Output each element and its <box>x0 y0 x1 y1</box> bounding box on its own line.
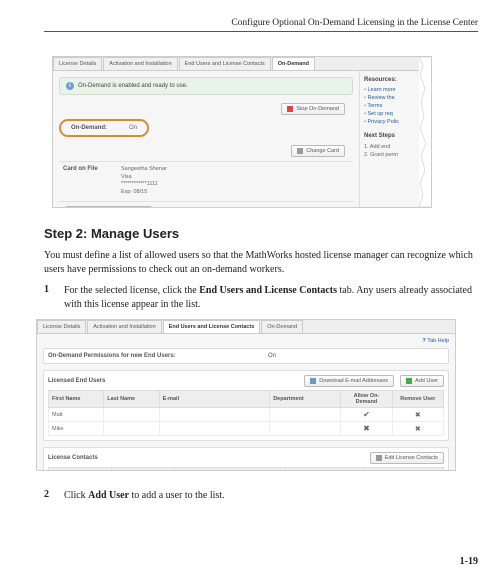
card-exp: Exp: 08/15 <box>121 189 167 197</box>
tab2-on-demand[interactable]: On-Demand <box>261 320 303 333</box>
card-label: Card on File <box>63 166 113 197</box>
add-user-label: Add User <box>415 378 438 384</box>
contacts-title: License Contacts <box>48 455 98 461</box>
torn-edge-decoration <box>419 57 432 207</box>
list-item-1: 1 For the selected license, click the En… <box>44 284 478 311</box>
info-icon: i <box>66 82 74 90</box>
col-remove: Remove User <box>392 391 443 408</box>
info-text: On-Demand is enabled and ready to use. <box>78 83 188 89</box>
tabs-row: License Details Activation and Installat… <box>53 57 431 71</box>
permissions-panel: On-Demand Permissions for new End Users:… <box>43 348 449 364</box>
on-demand-label: On-Demand: <box>71 125 107 131</box>
item2-post: to add a user to the list. <box>129 490 225 501</box>
col2-first: First Name <box>49 468 112 472</box>
page-number: 1-19 <box>460 556 478 567</box>
screenshot-on-demand-tab: License Details Activation and Installat… <box>52 56 432 208</box>
tab-on-demand[interactable]: On-Demand <box>272 57 315 70</box>
screenshot-end-users-tab: License Details Activation and Installat… <box>36 319 456 471</box>
end-users-table: First Name Last Name E-mail Department A… <box>48 390 444 436</box>
item2-pre: Click <box>64 490 88 501</box>
edit-contacts-label: Edit License Contacts <box>385 455 438 461</box>
remove-user-icon[interactable]: ✖ <box>392 408 443 422</box>
item1-bold: End Users and License Contacts <box>199 285 337 296</box>
col2-last: Last Name <box>112 468 175 472</box>
card-type: Visa <box>121 174 167 182</box>
remove-user-icon[interactable]: ✖ <box>392 422 443 436</box>
add-user-icon <box>406 378 412 384</box>
edit-contacts-button[interactable]: Edit License Contacts <box>370 452 444 464</box>
tab2-activation[interactable]: Activation and Installation <box>87 320 161 333</box>
item-number-1: 1 <box>44 284 54 311</box>
link-privacy[interactable]: Privacy Polic <box>364 119 427 125</box>
usage-history-button[interactable]: On-Demand Usage History <box>65 206 152 208</box>
stop-icon <box>287 106 293 112</box>
cell-first: Mike <box>49 422 104 436</box>
allow-cross-icon[interactable]: ✖ <box>341 422 392 436</box>
change-card-button[interactable]: Change Card <box>291 145 345 157</box>
tab2-end-users[interactable]: End Users and License Contacts <box>163 320 261 333</box>
col-email: E-mail <box>159 391 270 408</box>
stop-label: Stop On-Demand <box>296 106 339 112</box>
link-learn-more[interactable]: Learn more <box>364 87 427 93</box>
add-user-button[interactable]: Add User <box>400 375 444 387</box>
download-icon <box>310 378 316 384</box>
perm-label: On-Demand Permissions for new End Users: <box>48 353 228 359</box>
step-heading: Step 2: Manage Users <box>44 226 478 241</box>
card-name: Sangeetha Shenar <box>121 166 167 174</box>
link-review[interactable]: Review the <box>364 95 427 101</box>
card-on-file-row: Card on File Sangeetha Shenar Visa *****… <box>59 161 353 201</box>
item-number-2: 2 <box>44 489 54 503</box>
intro-paragraph: You must define a list of allowed users … <box>44 249 478 276</box>
perm-value: On <box>268 353 276 359</box>
col-first-name: First Name <box>49 391 104 408</box>
change-card-label: Change Card <box>306 148 339 154</box>
card-number: ************1111 <box>121 181 167 189</box>
end-users-title: Licensed End Users <box>48 378 105 384</box>
allow-check-icon[interactable]: ✔ <box>341 408 392 422</box>
license-contacts-panel: License Contacts Edit License Contacts F… <box>43 447 449 471</box>
col2-role: Role <box>285 468 364 472</box>
next-step-1: 1. Add end <box>364 143 427 151</box>
tab-end-users[interactable]: End Users and License Contacts <box>179 57 271 70</box>
download-emails-button[interactable]: Download E-mail Addresses <box>304 375 394 387</box>
download-label: Download E-mail Addresses <box>319 378 388 384</box>
info-banner: i On-Demand is enabled and ready to use. <box>59 77 353 95</box>
tabs-row-2: License Details Activation and Installat… <box>37 320 455 334</box>
end-users-panel: Licensed End Users Download E-mail Addre… <box>43 370 449 441</box>
next-steps-heading: Next Steps <box>364 133 427 139</box>
col-allow-od: Allow On-Demand <box>341 391 392 408</box>
col2-email: E-mail <box>175 468 286 472</box>
tab-activation[interactable]: Activation and Installation <box>103 57 177 70</box>
table-row: Mike ✖ ✖ <box>49 422 444 436</box>
link-setup[interactable]: Set up req <box>364 111 427 117</box>
tab-license-details[interactable]: License Details <box>53 57 102 70</box>
tab2-license-details[interactable]: License Details <box>37 320 86 333</box>
contacts-table: First Name Last Name E-mail Role Departm… <box>48 467 444 471</box>
card-icon <box>297 148 303 154</box>
on-demand-status-pill: On-Demand: On <box>59 119 149 137</box>
page-header: Configure Optional On-Demand Licensing i… <box>44 18 478 32</box>
edit-icon <box>376 455 382 461</box>
stop-on-demand-button[interactable]: Stop On-Demand <box>281 103 345 115</box>
resources-heading: Resources: <box>364 77 427 83</box>
table-row: Matt ✔ ✖ <box>49 408 444 422</box>
next-step-2: 2. Grant perm <box>364 151 427 159</box>
item2-bold: Add User <box>88 490 129 501</box>
list-item-2: 2 Click Add User to add a user to the li… <box>44 489 478 503</box>
on-demand-value: On <box>129 125 137 131</box>
cell-first: Matt <box>49 408 104 422</box>
tab-help-link[interactable]: Tab Help <box>43 338 449 344</box>
link-terms[interactable]: Terms <box>364 103 427 109</box>
col-department: Department <box>270 391 341 408</box>
col2-dept: Department <box>364 468 443 472</box>
item1-pre: For the selected license, click the <box>64 285 199 296</box>
col-last-name: Last Name <box>104 391 159 408</box>
